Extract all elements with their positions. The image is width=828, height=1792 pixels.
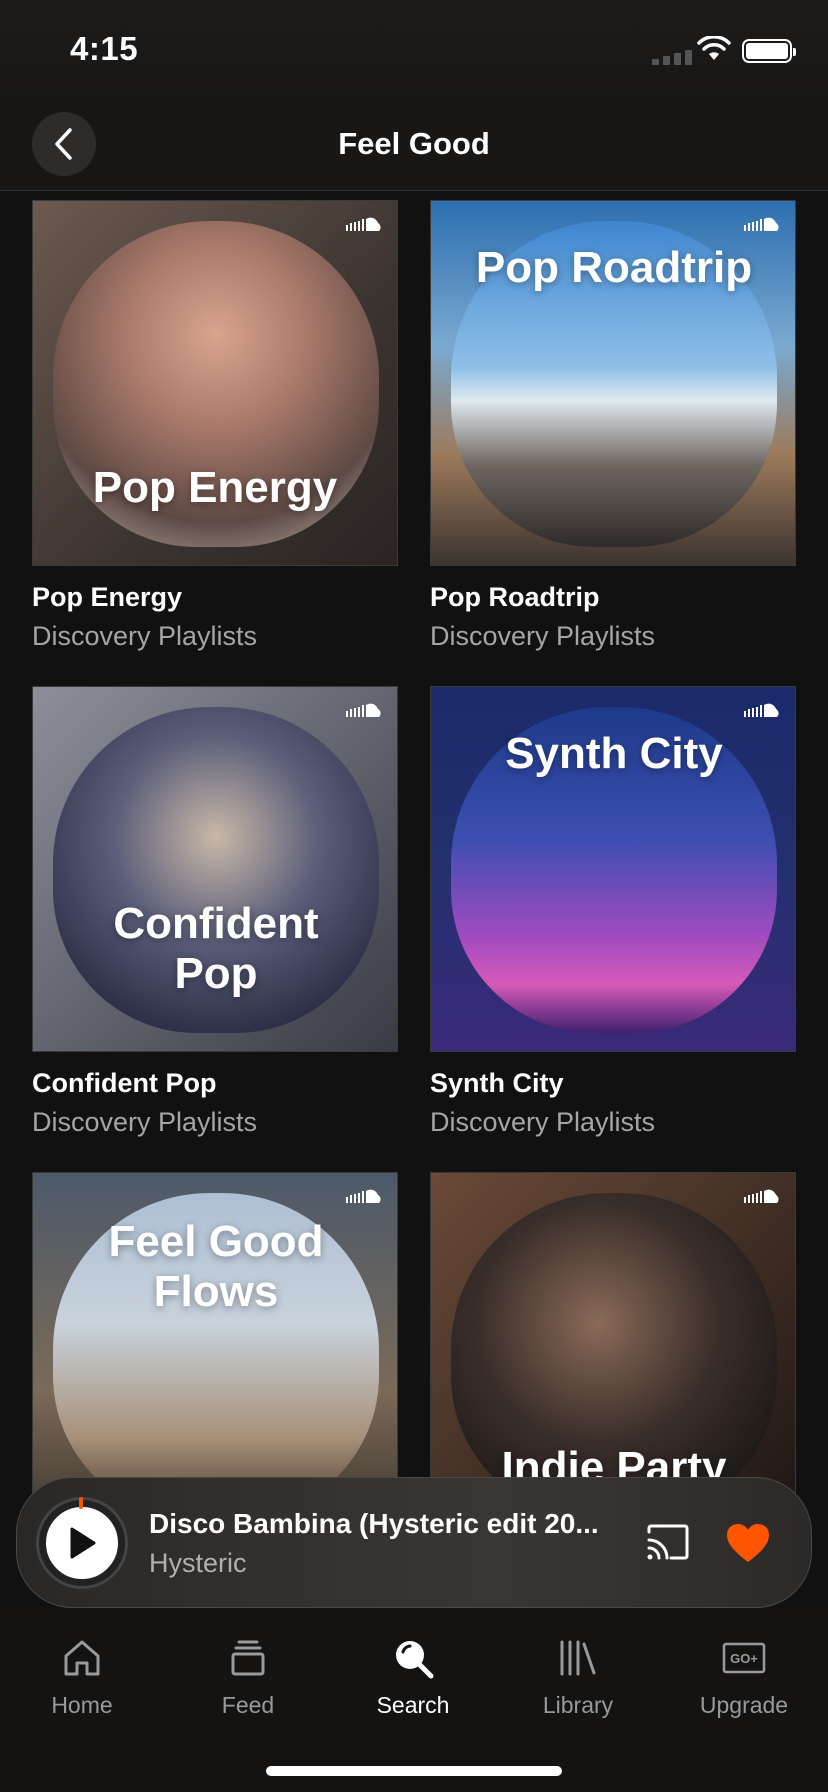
home-indicator: [266, 1766, 562, 1776]
playlist-artwork: Pop Energy: [32, 200, 398, 566]
playlist-card[interactable]: Synth City Synth City Discovery Playlist…: [430, 686, 796, 1138]
tab-library[interactable]: Library: [508, 1636, 648, 1719]
playlist-card[interactable]: Feel Good Flows: [32, 1172, 398, 1500]
tab-search[interactable]: Search: [343, 1636, 483, 1719]
playlist-card[interactable]: Pop Roadtrip Pop Roadtrip Discovery Play…: [430, 200, 796, 652]
soundcloud-logo-icon: [744, 217, 779, 231]
soundcloud-logo-icon: [744, 703, 779, 717]
go-plus-icon: GO+: [722, 1642, 766, 1674]
playlist-artwork: Pop Roadtrip: [430, 200, 796, 566]
playback-progress-indicator: [79, 1497, 83, 1509]
status-time: 4:15: [70, 30, 139, 67]
play-icon: [70, 1527, 96, 1559]
track-artist[interactable]: Hysteric: [149, 1548, 247, 1579]
status-bar: 4:15: [0, 0, 828, 100]
heart-icon[interactable]: [725, 1522, 771, 1564]
playlist-title: Pop Roadtrip: [430, 582, 600, 612]
playlist-artwork: Feel Good Flows: [32, 1172, 398, 1500]
artwork-title-text: Synth City: [505, 729, 723, 778]
soundcloud-logo-icon: [346, 703, 381, 717]
playlist-card[interactable]: Indie Party: [430, 1172, 796, 1500]
playlist-subtitle: Discovery Playlists: [32, 621, 258, 651]
playlist-artwork: Synth City: [430, 686, 796, 1052]
soundcloud-logo-icon: [346, 217, 381, 231]
tab-label: Library: [542, 1692, 614, 1718]
playlist-card[interactable]: Confident Pop Confident Pop Discovery Pl…: [32, 686, 398, 1138]
tab-label: Feed: [221, 1692, 275, 1718]
battery-icon: [742, 39, 796, 63]
playlist-title: Confident Pop: [32, 1068, 217, 1098]
mini-player[interactable]: Disco Bambina (Hysteric edit 20... Hyste…: [16, 1477, 812, 1608]
search-icon: [396, 1641, 434, 1679]
playlist-subtitle: Discovery Playlists: [430, 621, 656, 651]
playlist-artwork: Confident Pop: [32, 686, 398, 1052]
tab-label: Search: [376, 1692, 450, 1718]
playlist-title: Pop Energy: [32, 582, 183, 612]
playlist-subtitle: Discovery Playlists: [32, 1107, 258, 1137]
bottom-tab-bar: Home Feed Search Library GO+ Upgrade: [0, 1608, 828, 1792]
soundcloud-logo-icon: [744, 1189, 779, 1203]
tab-home[interactable]: Home: [12, 1636, 152, 1719]
artwork-title-text: Pop Energy: [92, 463, 338, 512]
playlist-card[interactable]: Pop Energy Pop Energy Discovery Playlist…: [32, 200, 398, 652]
play-button[interactable]: [39, 1500, 125, 1586]
tab-label: Upgrade: [699, 1692, 789, 1718]
tab-label: Home: [51, 1692, 113, 1718]
home-icon: [64, 1640, 100, 1676]
playlist-artwork: Indie Party: [430, 1172, 796, 1500]
cast-icon[interactable]: [645, 1522, 691, 1562]
page-title: Feel Good: [338, 126, 490, 161]
svg-text:GO+: GO+: [730, 1651, 758, 1666]
track-title[interactable]: Disco Bambina (Hysteric edit 20...: [149, 1508, 619, 1540]
feed-icon: [231, 1640, 265, 1676]
artwork-title-text: Pop Roadtrip: [475, 243, 753, 292]
page-header: Feel Good: [0, 100, 828, 191]
soundcloud-logo-icon: [346, 1189, 381, 1203]
artwork-title-text: Confident Pop: [113, 899, 319, 998]
library-icon: [560, 1640, 596, 1676]
tab-upgrade[interactable]: GO+ Upgrade: [674, 1636, 814, 1719]
cellular-signal-icon: [652, 50, 692, 65]
artwork-title-text: Feel Good Flows: [108, 1217, 324, 1316]
wifi-icon: [697, 36, 731, 60]
playlist-subtitle: Discovery Playlists: [430, 1107, 656, 1137]
playlist-grid: Pop Energy Pop Energy Discovery Playlist…: [0, 200, 828, 1500]
playlist-title: Synth City: [430, 1068, 564, 1098]
tab-feed[interactable]: Feed: [178, 1636, 318, 1719]
